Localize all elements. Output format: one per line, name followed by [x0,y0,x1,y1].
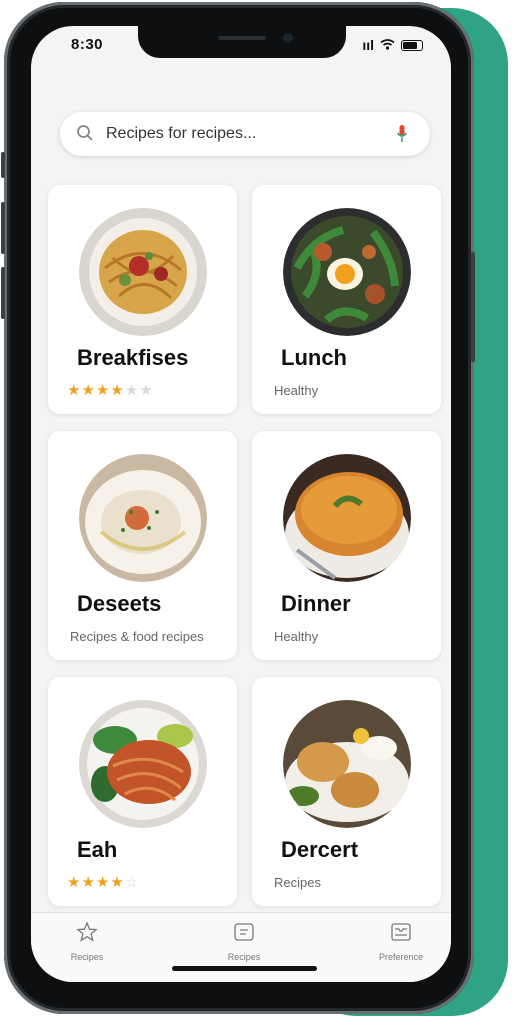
tab-preference[interactable]: Preference [361,921,441,962]
mic-icon[interactable] [396,124,408,149]
power-button [471,252,475,362]
status-icons: ııl [362,37,423,53]
app-screen: 8:30 ııl Recipes for recipes... Breakfis… [31,26,451,982]
star-icon: ★ [95,874,111,891]
star-icon: ★ [67,874,82,891]
volume-down-button [1,267,5,319]
notch [138,26,346,58]
home-indicator[interactable] [172,966,317,971]
category-card-lunch[interactable]: Lunch Healthy [252,185,441,414]
category-subtitle: Recipes & food recipes [70,629,204,644]
category-title: Deseets [77,591,162,616]
signal-icon: ııl [362,37,374,53]
category-title: Breakfises [77,345,189,370]
search-bar[interactable]: Recipes for recipes... [60,112,430,156]
category-card-desserts[interactable]: Deseets Recipes & food recipes [48,431,237,660]
category-card-dessert[interactable]: Dercert Recipes [252,677,441,906]
category-card-eah[interactable]: Eah ★★★★☆ [48,677,237,906]
category-title: Eah [77,837,118,862]
tab-label: Preference [378,952,424,962]
star-icon: ★ [139,382,154,399]
star-icon: ★ [81,874,96,891]
category-card-breakfast[interactable]: Breakfises ★★★★★★ [48,185,237,414]
volume-up-button [1,202,5,254]
category-subtitle: Healthy [274,383,319,398]
star-icon: ☆ [124,874,140,891]
star-icon: ★ [110,874,125,891]
speaker [218,36,266,40]
category-title: Dinner [281,591,351,616]
star-icon: ★ [67,382,82,399]
search-input[interactable]: Recipes for recipes... [106,125,256,143]
risotto-dish-image [79,454,207,582]
category-title: Dercert [281,837,359,862]
category-subtitle: Healthy [274,629,319,644]
battery-icon [401,39,423,51]
tray-icon [390,923,412,947]
fried-plate-dish-image [283,700,411,828]
category-card-dinner[interactable]: Dinner Healthy [252,431,441,660]
tab-label: Recipes [227,952,261,962]
rating-stars: ★★★★☆ [67,873,139,891]
phone-frame: 8:30 ııl Recipes for recipes... Breakfis… [1,2,475,1014]
tab-label: Recipes [70,952,104,962]
bottom-tab-bar: Recipes Recipes Preference [31,912,451,982]
wifi-icon [380,38,395,53]
tab-recipes[interactable]: Recipes [47,921,127,962]
rating-stars: ★★★★★★ [67,381,154,399]
star-icon: ★ [95,382,111,399]
recipe-card-icon [233,923,255,947]
category-title: Lunch [281,345,347,370]
tab-recipe-card[interactable]: Recipes [204,921,284,962]
gratin-dish-image [283,454,411,582]
star-icon: ★ [110,382,125,399]
noodle-salad-dish-image [79,700,207,828]
status-time: 8:30 [71,36,104,53]
star-icon: ★ [81,382,96,399]
pasta-dish-image [79,208,207,336]
mute-switch [1,152,5,178]
front-camera [283,33,293,43]
star-icon: ★ [124,382,140,399]
category-subtitle: Recipes [274,875,321,890]
star-icon [76,921,98,947]
search-icon [76,124,94,147]
bowl-dish-image [283,208,411,336]
